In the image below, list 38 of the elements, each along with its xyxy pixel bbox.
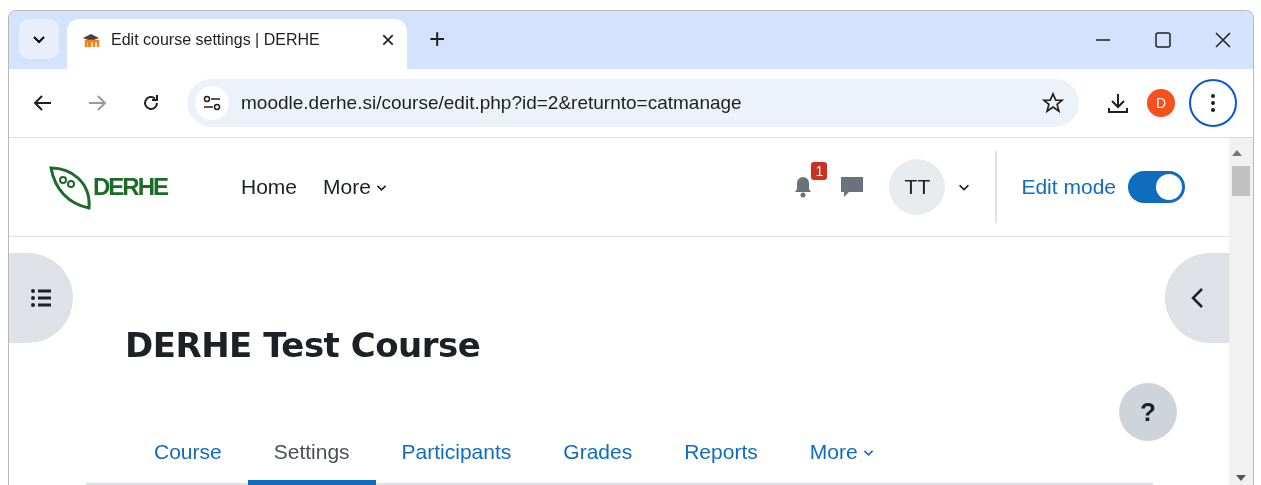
list-icon xyxy=(30,288,52,308)
minimize-icon xyxy=(1095,39,1111,41)
nav-link[interactable]: More xyxy=(323,175,388,199)
edit-mode-label: Edit mode xyxy=(1021,175,1116,199)
course-tab[interactable]: Grades xyxy=(537,440,659,485)
course-title: DERHE Test Course xyxy=(125,325,482,365)
menu-icon[interactable] xyxy=(1189,79,1237,127)
tab-close-button[interactable]: × xyxy=(381,26,395,54)
help-button[interactable]: ? xyxy=(1119,383,1177,441)
logo-text: DERHE xyxy=(93,173,167,201)
browser-tab[interactable]: Edit course settings | DERHE × xyxy=(67,19,407,69)
course-tab[interactable]: Course xyxy=(128,440,248,485)
scrollbar[interactable] xyxy=(1229,138,1253,485)
course-index-button[interactable] xyxy=(9,253,73,343)
site-info-icon[interactable] xyxy=(195,86,229,120)
chevron-left-icon xyxy=(1190,287,1204,309)
notification-badge: 1 xyxy=(811,162,828,180)
course-tab[interactable]: Participants xyxy=(375,440,538,485)
course-tab[interactable]: Reports xyxy=(658,440,784,485)
scroll-up-icon[interactable] xyxy=(1232,150,1242,156)
address-bar[interactable]: moodle.derhe.si/course/edit.php?id=2&returnto=catmanage xyxy=(187,79,1079,127)
user-avatar[interactable]: TT xyxy=(889,159,946,215)
maximize-icon xyxy=(1154,31,1172,49)
chat-icon[interactable] xyxy=(839,174,866,200)
back-arrow-icon xyxy=(33,93,53,113)
new-tab-button[interactable]: + xyxy=(429,23,446,55)
course-tab[interactable]: More xyxy=(783,440,901,485)
tab-title: Edit course settings | DERHE xyxy=(111,31,321,49)
forward-arrow-icon xyxy=(87,93,107,113)
scrollbar-thumb[interactable] xyxy=(1232,166,1250,196)
course-tab[interactable]: Settings xyxy=(247,440,376,485)
scroll-down-icon[interactable] xyxy=(1236,475,1246,481)
leaf-logo-icon xyxy=(49,164,93,210)
nav-link[interactable]: Home xyxy=(241,175,298,199)
reload-icon xyxy=(141,93,161,113)
url-text: moodle.derhe.si/course/edit.php?id=2&returnto=catmanage xyxy=(241,92,743,114)
close-icon xyxy=(1214,31,1232,49)
edit-mode-toggle[interactable] xyxy=(1128,171,1185,203)
